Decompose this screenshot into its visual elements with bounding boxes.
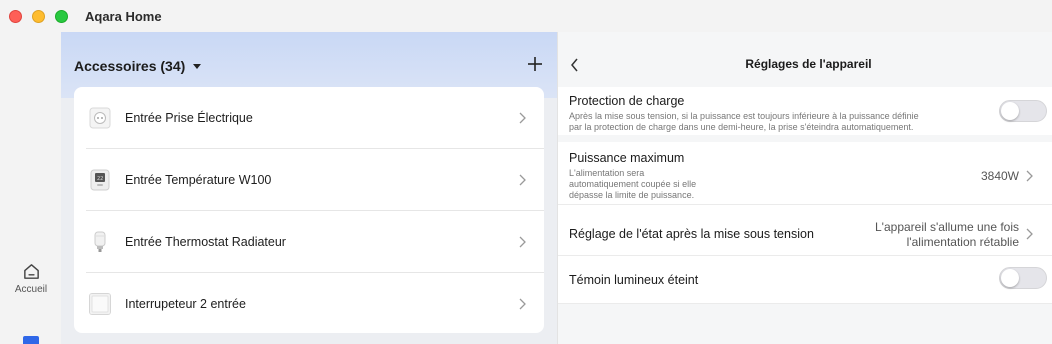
close-window-button[interactable] bbox=[9, 10, 22, 23]
list-item-label: Entrée Température W100 bbox=[125, 173, 272, 187]
accessories-dropdown[interactable]: Accessoires (34) bbox=[74, 58, 202, 74]
accessories-panel: Accessoires (34) Entrée Prise Électrique bbox=[61, 32, 557, 344]
chevron-right-icon bbox=[1026, 228, 1033, 240]
setting-title: Protection de charge bbox=[569, 94, 685, 108]
setting-power-on-state[interactable]: Réglage de l'état après la mise sous ten… bbox=[558, 205, 1052, 255]
setting-description: par la protection de charge dans une dem… bbox=[569, 122, 914, 132]
list-item-prise-electrique[interactable]: Entrée Prise Électrique bbox=[74, 87, 544, 149]
plus-icon[interactable] bbox=[527, 56, 543, 72]
setting-description: dépasse la limite de puissance. bbox=[569, 190, 695, 200]
chevron-right-icon bbox=[519, 174, 526, 186]
toggle-knob bbox=[1001, 269, 1019, 287]
chevron-right-icon bbox=[519, 298, 526, 310]
svg-text:22: 22 bbox=[97, 176, 103, 182]
temperature-sensor-icon: 22 bbox=[90, 169, 110, 191]
accessories-list: Entrée Prise Électrique 22 Entrée Tempér… bbox=[74, 87, 544, 333]
home-icon bbox=[23, 264, 39, 279]
power-on-state-value: L'appareil s'allume une fois bbox=[875, 220, 1019, 234]
toggle-knob bbox=[1001, 102, 1019, 120]
list-item-thermostat-radiateur[interactable]: Entrée Thermostat Radiateur bbox=[74, 211, 544, 273]
list-item-label: Interrupeteur 2 entrée bbox=[125, 297, 246, 311]
chevron-right-icon bbox=[519, 236, 526, 248]
home-nav-label: Accueil bbox=[14, 284, 48, 295]
page-title: Réglages de l'appareil bbox=[745, 57, 872, 71]
chevron-right-icon bbox=[1026, 170, 1033, 182]
setting-title: Puissance maximum bbox=[569, 151, 685, 165]
maximize-window-button[interactable] bbox=[55, 10, 68, 23]
rail-next-item-indicator[interactable] bbox=[23, 336, 39, 344]
setting-description: automatiquement coupée si elle bbox=[569, 179, 697, 189]
wall-switch-icon bbox=[89, 293, 111, 315]
indicator-light-toggle[interactable] bbox=[999, 267, 1047, 289]
device-settings-panel: Réglages de l'appareil Protection de cha… bbox=[557, 32, 1052, 344]
list-item-label: Entrée Thermostat Radiateur bbox=[125, 235, 286, 249]
setting-max-power[interactable]: Puissance maximum L'alimentation sera au… bbox=[558, 142, 1052, 204]
chevron-right-icon bbox=[519, 112, 526, 124]
title-bar: Aqara Home bbox=[0, 0, 1052, 32]
load-protection-toggle[interactable] bbox=[999, 100, 1047, 122]
setting-load-protection: Protection de charge Après la mise sous … bbox=[558, 87, 1052, 135]
setting-indicator-light: Témoin lumineux éteint bbox=[558, 256, 1052, 303]
wall-socket-icon bbox=[89, 107, 111, 129]
setting-description: Après la mise sous tension, si la puissa… bbox=[569, 111, 919, 121]
power-on-state-value: l'alimentation rétablie bbox=[906, 235, 1019, 249]
list-item-temperature-w100[interactable]: 22 Entrée Température W100 bbox=[74, 149, 544, 211]
setting-description: L'alimentation sera bbox=[569, 168, 645, 178]
setting-title: Témoin lumineux éteint bbox=[569, 273, 699, 287]
home-nav-button[interactable]: Accueil bbox=[8, 262, 54, 304]
row-divider bbox=[558, 303, 1052, 304]
left-rail: Accueil bbox=[0, 32, 61, 344]
window-title: Aqara Home bbox=[85, 9, 162, 24]
list-item-label: Entrée Prise Électrique bbox=[125, 111, 253, 125]
setting-title: Réglage de l'état après la mise sous ten… bbox=[569, 227, 814, 241]
minimize-window-button[interactable] bbox=[32, 10, 45, 23]
list-item-interrupteur-2-entree[interactable]: Interrupeteur 2 entrée bbox=[74, 273, 544, 333]
caret-down-icon bbox=[193, 63, 202, 69]
accessories-title: Accessoires (34) bbox=[74, 58, 186, 74]
max-power-value: 3840W bbox=[980, 169, 1019, 183]
radiator-thermostat-icon bbox=[94, 231, 106, 252]
